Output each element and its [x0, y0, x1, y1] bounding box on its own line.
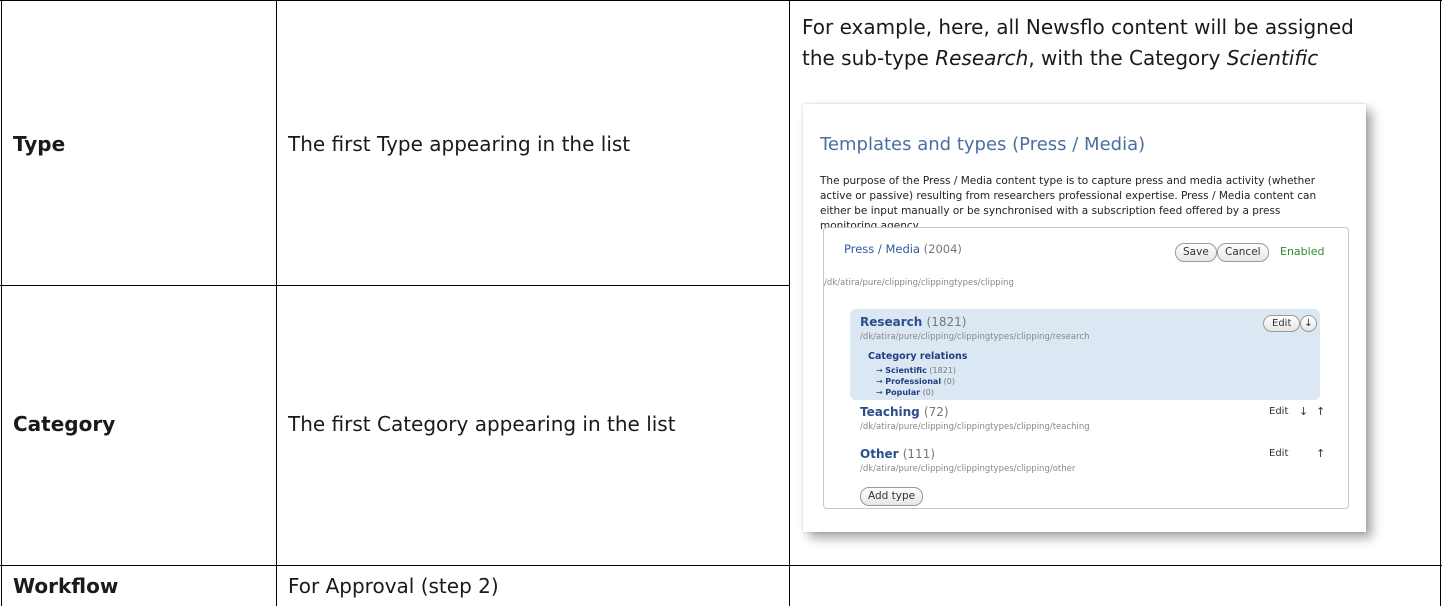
type-research-count: (1821) — [926, 315, 967, 329]
table-row-divider-2 — [0, 565, 1442, 566]
table-row-divider-1 — [0, 285, 790, 286]
row-label-type: Type — [13, 132, 66, 156]
table-divider-col1 — [276, 0, 277, 606]
arrow-right-icon: → — [876, 377, 883, 386]
type-research-label: Research — [860, 315, 923, 329]
example-line-1: For example, here, all Newsflo content w… — [802, 15, 1354, 39]
row-value-type: The first Type appearing in the list — [288, 132, 631, 156]
category-scientific-count: (1821) — [929, 366, 957, 375]
table-divider-col2 — [789, 0, 790, 606]
type-teaching-label: Teaching — [860, 405, 920, 419]
row-label-category: Category — [13, 412, 116, 436]
type-other-label: Other — [860, 447, 899, 461]
panel-header: Press / Media (2004) Save Cancel Enabled… — [824, 228, 1348, 288]
category-popular-name: Popular — [885, 388, 921, 397]
panel-title-text: Press / Media — [844, 242, 920, 256]
row-value-workflow: For Approval (step 2) — [288, 574, 499, 598]
category-scientific-name: Scientific — [885, 366, 927, 375]
category-professional-count: (0) — [943, 377, 955, 386]
templates-description: The purpose of the Press / Media content… — [820, 175, 1317, 232]
type-name-other[interactable]: Other (111) — [860, 447, 935, 461]
edit-link-teaching[interactable]: Edit — [1269, 406, 1288, 417]
panel-title[interactable]: Press / Media (2004) — [844, 242, 962, 256]
category-item-scientific[interactable]: → Scientific (1821) — [876, 366, 956, 375]
example-line-2: the sub-type Research, with the Category… — [802, 43, 1422, 74]
content-type-panel: Press / Media (2004) Save Cancel Enabled… — [823, 227, 1349, 509]
type-path-other: /dk/atira/pure/clipping/clippingtypes/cl… — [860, 464, 1076, 474]
type-path-teaching: /dk/atira/pure/clipping/clippingtypes/cl… — [860, 422, 1090, 432]
templates-title: Templates and types (Press / Media) — [820, 134, 1146, 155]
category-professional-name: Professional — [885, 377, 942, 386]
type-item-other[interactable]: Other (111) /dk/atira/pure/clipping/clip… — [850, 447, 1325, 483]
type-item-teaching[interactable]: Teaching (72) /dk/atira/pure/clipping/cl… — [850, 405, 1325, 441]
move-down-icon-research[interactable]: ↓ — [1300, 315, 1317, 332]
row-label-workflow: Workflow — [13, 574, 119, 598]
example-paragraph: For example, here, all Newsflo content w… — [802, 12, 1422, 74]
type-name-research[interactable]: Research (1821) — [860, 315, 966, 329]
arrow-right-icon: → — [876, 366, 883, 375]
edit-link-other[interactable]: Edit — [1269, 448, 1288, 459]
type-item-research[interactable]: Research (1821) /dk/atira/pure/clipping/… — [850, 309, 1320, 400]
save-button[interactable]: Save — [1175, 243, 1217, 262]
panel-path: /dk/atira/pure/clipping/clippingtypes/cl… — [824, 278, 1014, 288]
type-other-count: (111) — [902, 447, 936, 461]
move-up-icon-teaching[interactable]: ↑ — [1316, 405, 1325, 418]
table-border-left — [1, 0, 2, 606]
edit-button-research[interactable]: Edit — [1263, 315, 1301, 332]
example-em-scientific: Scientific — [1226, 46, 1319, 70]
type-path-research: /dk/atira/pure/clipping/clippingtypes/cl… — [860, 332, 1090, 342]
status-enabled: Enabled — [1280, 245, 1325, 258]
example-line2-prefix: the sub-type — [802, 46, 936, 70]
category-popular-count: (0) — [922, 388, 935, 397]
arrow-right-icon: → — [876, 388, 883, 397]
panel-title-count: (2004) — [923, 242, 962, 256]
move-down-icon-teaching[interactable]: ↓ — [1299, 405, 1308, 418]
category-relations-label: Category relations — [868, 351, 968, 362]
example-line2-mid: , with the Category — [1028, 46, 1227, 70]
cancel-button[interactable]: Cancel — [1217, 243, 1269, 262]
category-item-popular[interactable]: → Popular (0) — [876, 388, 934, 397]
table-border-top — [0, 0, 1442, 1]
table-border-right — [1440, 0, 1441, 606]
type-teaching-count: (72) — [923, 405, 949, 419]
add-type-button[interactable]: Add type — [860, 487, 924, 506]
category-item-professional[interactable]: → Professional (0) — [876, 377, 955, 386]
example-em-research: Research — [935, 46, 1029, 70]
move-up-icon-other[interactable]: ↑ — [1316, 447, 1325, 460]
embedded-screenshot: Templates and types (Press / Media) The … — [803, 104, 1366, 532]
type-name-teaching[interactable]: Teaching (72) — [860, 405, 949, 419]
row-value-category: The first Category appearing in the list — [288, 412, 676, 436]
